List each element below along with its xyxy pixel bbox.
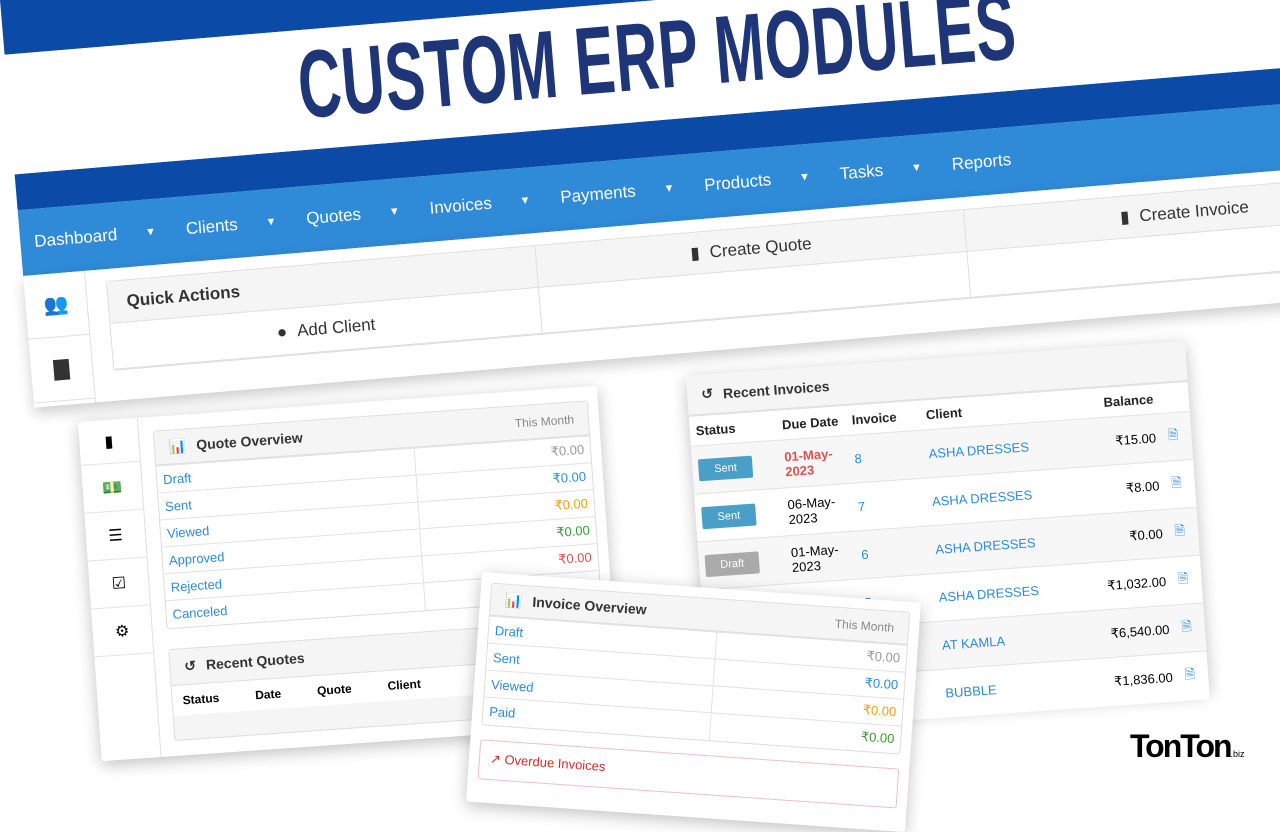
pdf-icon[interactable]: 🗎 [1163, 459, 1197, 510]
checkbox-icon[interactable]: ☑ [87, 557, 150, 610]
invoice-overview: 📊 Invoice Overview This Month Draft ₹0.00 S… [481, 582, 911, 755]
user-icon: ● [276, 321, 288, 342]
pdf-icon[interactable]: 🗎 [1170, 555, 1204, 606]
pdf-icon[interactable]: 🗎 [1173, 602, 1207, 653]
period-label: This Month [834, 616, 895, 635]
column-header[interactable]: Status [182, 690, 220, 707]
invoice-link[interactable]: 6 [853, 526, 932, 580]
logo-suffix: .biz [1230, 749, 1245, 759]
balance: ₹15.00 [1067, 413, 1164, 468]
database-icon[interactable]: ☰ [84, 509, 147, 562]
balance: ₹0.00 [1074, 509, 1171, 564]
period-label: This Month [514, 411, 575, 431]
nav-invoices[interactable]: Invoices ▼ [429, 190, 532, 218]
gears-icon[interactable]: ⚙ [91, 605, 154, 658]
logo-text: TonTon [1130, 728, 1233, 764]
nav-label: Payments [559, 181, 637, 207]
nav-label: Dashboard [33, 225, 119, 251]
invoice-link[interactable]: 8 [846, 430, 925, 484]
users-icon[interactable]: 👥 [23, 270, 90, 340]
file-icon: ▮ [1119, 206, 1131, 227]
file-icon[interactable]: ▮ [78, 417, 140, 466]
nav-label: Products [703, 170, 772, 195]
due-date: 01-May-2023 [777, 435, 851, 489]
status-badge: Sent [701, 502, 757, 529]
banner: CUSTOM ERP MODULES Dashboard ▼ Clients ▼ Q… [0, 0, 1280, 408]
nav-products[interactable]: Products ▼ [704, 167, 811, 196]
logo: TonTon.biz [1130, 728, 1245, 765]
button-label: Create Quote [708, 233, 813, 261]
invoice-link[interactable]: 7 [850, 478, 928, 532]
bar-chart-icon: 📊 [168, 437, 187, 455]
nav-label: Reports [951, 149, 1012, 174]
caret-down-icon: ▼ [388, 205, 401, 219]
history-icon: ↺ [700, 385, 714, 402]
caret-down-icon: ▼ [144, 225, 157, 239]
balance: ₹8.00 [1071, 461, 1168, 516]
pdf-icon[interactable]: 🗎 [1167, 507, 1200, 558]
balance: ₹1,836.00 [1084, 652, 1181, 708]
client-link[interactable]: BUBBLE [937, 659, 1088, 718]
caret-down-icon: ▼ [798, 170, 811, 184]
file-icon[interactable]: ▇ [28, 334, 95, 404]
column-header[interactable]: Client [387, 676, 421, 692]
bar-chart-icon: 📊 [504, 591, 524, 609]
card-title: Invoice Overview [531, 593, 648, 618]
due-date: 01-May-2023 [783, 531, 857, 584]
card-title: Recent Quotes [205, 649, 306, 673]
pdf-icon[interactable]: 🗎 [1177, 650, 1210, 701]
nav-dashboard[interactable]: Dashboard ▼ [34, 222, 157, 252]
nav-clients[interactable]: Clients ▼ [185, 212, 277, 240]
column-header[interactable]: Quote [317, 681, 353, 697]
button-label: Create Invoice [1138, 196, 1250, 225]
nav-label: Invoices [428, 193, 493, 218]
nav-label: Quotes [305, 204, 362, 229]
button-label: Add Client [296, 314, 377, 340]
sidebar: 👥 ▇ [23, 270, 97, 408]
status-badge: Draft [704, 550, 760, 577]
nav-label: Clients [185, 214, 239, 239]
caret-down-icon: ▼ [519, 194, 532, 208]
balance: ₹6,540.00 [1081, 605, 1178, 660]
history-icon: ↺ [183, 656, 197, 674]
column-header[interactable]: Date [255, 686, 282, 702]
nav-label: Tasks [839, 160, 884, 184]
invoice-overview-panel: 📊 Invoice Overview This Month Draft ₹0.00 S… [465, 572, 921, 832]
pdf-icon[interactable]: 🗎 [1160, 411, 1194, 462]
caret-down-icon: ▼ [910, 161, 923, 175]
card-title: Overdue Invoices [504, 751, 606, 774]
caret-down-icon: ▼ [663, 182, 675, 196]
nav-tasks[interactable]: Tasks ▼ [839, 157, 923, 184]
external-link-icon: ↗ [489, 750, 502, 767]
file-icon: ▮ [689, 242, 701, 263]
column-header[interactable]: Due Date [774, 405, 847, 441]
card-title: Quote Overview [195, 429, 304, 453]
due-date: 06-May-2023 [780, 483, 854, 537]
nav-reports[interactable]: Reports [951, 150, 1012, 175]
balance: ₹1,032.00 [1077, 557, 1174, 612]
caret-down-icon: ▼ [265, 215, 277, 229]
status-badge: Sent [697, 455, 754, 481]
money-icon[interactable]: 💵 [81, 461, 144, 514]
nav-quotes[interactable]: Quotes ▼ [305, 201, 400, 229]
card-title: Recent Invoices [722, 377, 830, 401]
nav-payments[interactable]: Payments ▼ [560, 178, 676, 208]
